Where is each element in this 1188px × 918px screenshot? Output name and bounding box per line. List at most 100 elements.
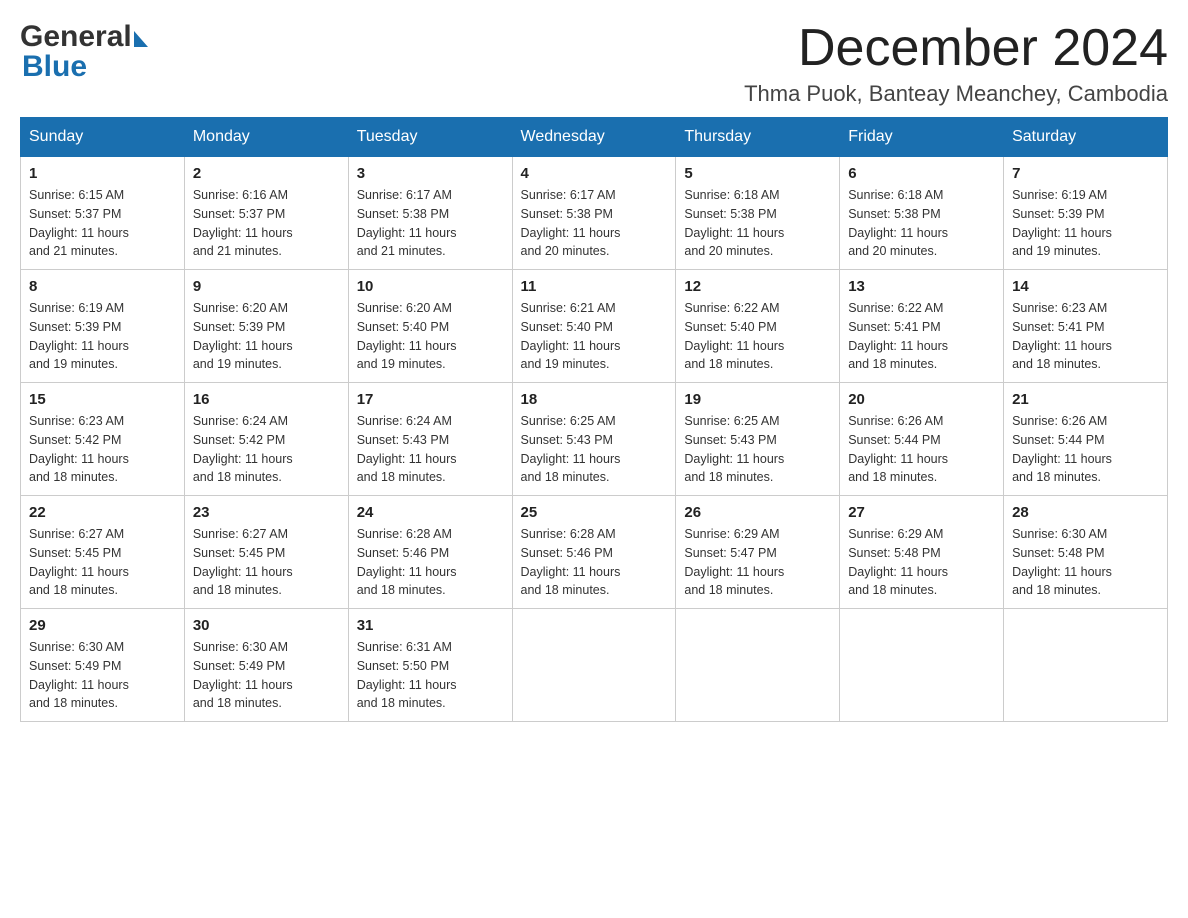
day-info: Sunrise: 6:30 AM Sunset: 5:49 PM Dayligh… [29, 638, 176, 713]
calendar-cell: 24 Sunrise: 6:28 AM Sunset: 5:46 PM Dayl… [348, 496, 512, 609]
day-number: 28 [1012, 504, 1159, 521]
day-info: Sunrise: 6:20 AM Sunset: 5:40 PM Dayligh… [357, 299, 504, 374]
col-wednesday: Wednesday [512, 118, 676, 157]
col-sunday: Sunday [21, 118, 185, 157]
page-container: General Blue December 2024 Thma Puok, Ba… [20, 20, 1168, 722]
calendar-cell: 31 Sunrise: 6:31 AM Sunset: 5:50 PM Dayl… [348, 609, 512, 722]
calendar-cell: 7 Sunrise: 6:19 AM Sunset: 5:39 PM Dayli… [1004, 157, 1168, 270]
calendar-cell: 19 Sunrise: 6:25 AM Sunset: 5:43 PM Dayl… [676, 383, 840, 496]
day-number: 5 [684, 165, 831, 182]
calendar-week-1: 1 Sunrise: 6:15 AM Sunset: 5:37 PM Dayli… [21, 157, 1168, 270]
calendar-cell: 25 Sunrise: 6:28 AM Sunset: 5:46 PM Dayl… [512, 496, 676, 609]
day-number: 30 [193, 617, 340, 634]
calendar-cell: 8 Sunrise: 6:19 AM Sunset: 5:39 PM Dayli… [21, 270, 185, 383]
calendar-cell [512, 609, 676, 722]
day-info: Sunrise: 6:23 AM Sunset: 5:42 PM Dayligh… [29, 412, 176, 487]
day-number: 9 [193, 278, 340, 295]
day-number: 16 [193, 391, 340, 408]
calendar-cell: 6 Sunrise: 6:18 AM Sunset: 5:38 PM Dayli… [840, 157, 1004, 270]
day-number: 7 [1012, 165, 1159, 182]
day-info: Sunrise: 6:30 AM Sunset: 5:48 PM Dayligh… [1012, 525, 1159, 600]
day-number: 25 [521, 504, 668, 521]
day-number: 21 [1012, 391, 1159, 408]
day-number: 24 [357, 504, 504, 521]
calendar-cell: 5 Sunrise: 6:18 AM Sunset: 5:38 PM Dayli… [676, 157, 840, 270]
day-info: Sunrise: 6:24 AM Sunset: 5:42 PM Dayligh… [193, 412, 340, 487]
calendar-cell: 10 Sunrise: 6:20 AM Sunset: 5:40 PM Dayl… [348, 270, 512, 383]
calendar-header-row: Sunday Monday Tuesday Wednesday Thursday… [21, 118, 1168, 157]
calendar-table: Sunday Monday Tuesday Wednesday Thursday… [20, 117, 1168, 722]
location-subtitle: Thma Puok, Banteay Meanchey, Cambodia [744, 81, 1168, 107]
calendar-cell: 14 Sunrise: 6:23 AM Sunset: 5:41 PM Dayl… [1004, 270, 1168, 383]
calendar-cell: 27 Sunrise: 6:29 AM Sunset: 5:48 PM Dayl… [840, 496, 1004, 609]
day-number: 4 [521, 165, 668, 182]
calendar-cell: 17 Sunrise: 6:24 AM Sunset: 5:43 PM Dayl… [348, 383, 512, 496]
day-info: Sunrise: 6:28 AM Sunset: 5:46 PM Dayligh… [521, 525, 668, 600]
calendar-cell: 20 Sunrise: 6:26 AM Sunset: 5:44 PM Dayl… [840, 383, 1004, 496]
day-info: Sunrise: 6:18 AM Sunset: 5:38 PM Dayligh… [848, 186, 995, 261]
day-info: Sunrise: 6:26 AM Sunset: 5:44 PM Dayligh… [848, 412, 995, 487]
calendar-cell: 22 Sunrise: 6:27 AM Sunset: 5:45 PM Dayl… [21, 496, 185, 609]
calendar-cell: 2 Sunrise: 6:16 AM Sunset: 5:37 PM Dayli… [184, 157, 348, 270]
day-number: 20 [848, 391, 995, 408]
day-number: 10 [357, 278, 504, 295]
calendar-week-5: 29 Sunrise: 6:30 AM Sunset: 5:49 PM Dayl… [21, 609, 1168, 722]
day-info: Sunrise: 6:27 AM Sunset: 5:45 PM Dayligh… [29, 525, 176, 600]
calendar-cell: 30 Sunrise: 6:30 AM Sunset: 5:49 PM Dayl… [184, 609, 348, 722]
day-info: Sunrise: 6:30 AM Sunset: 5:49 PM Dayligh… [193, 638, 340, 713]
day-number: 8 [29, 278, 176, 295]
calendar-cell: 1 Sunrise: 6:15 AM Sunset: 5:37 PM Dayli… [21, 157, 185, 270]
day-number: 26 [684, 504, 831, 521]
calendar-cell [676, 609, 840, 722]
day-info: Sunrise: 6:19 AM Sunset: 5:39 PM Dayligh… [1012, 186, 1159, 261]
day-number: 19 [684, 391, 831, 408]
col-monday: Monday [184, 118, 348, 157]
calendar-cell: 18 Sunrise: 6:25 AM Sunset: 5:43 PM Dayl… [512, 383, 676, 496]
day-number: 3 [357, 165, 504, 182]
header: General Blue December 2024 Thma Puok, Ba… [20, 20, 1168, 107]
day-info: Sunrise: 6:17 AM Sunset: 5:38 PM Dayligh… [357, 186, 504, 261]
day-info: Sunrise: 6:31 AM Sunset: 5:50 PM Dayligh… [357, 638, 504, 713]
day-info: Sunrise: 6:20 AM Sunset: 5:39 PM Dayligh… [193, 299, 340, 374]
calendar-cell: 3 Sunrise: 6:17 AM Sunset: 5:38 PM Dayli… [348, 157, 512, 270]
day-info: Sunrise: 6:29 AM Sunset: 5:47 PM Dayligh… [684, 525, 831, 600]
col-tuesday: Tuesday [348, 118, 512, 157]
day-info: Sunrise: 6:26 AM Sunset: 5:44 PM Dayligh… [1012, 412, 1159, 487]
day-number: 15 [29, 391, 176, 408]
title-area: December 2024 Thma Puok, Banteay Meanche… [744, 20, 1168, 107]
day-number: 12 [684, 278, 831, 295]
day-info: Sunrise: 6:27 AM Sunset: 5:45 PM Dayligh… [193, 525, 340, 600]
day-info: Sunrise: 6:29 AM Sunset: 5:48 PM Dayligh… [848, 525, 995, 600]
calendar-cell: 13 Sunrise: 6:22 AM Sunset: 5:41 PM Dayl… [840, 270, 1004, 383]
day-number: 18 [521, 391, 668, 408]
calendar-week-4: 22 Sunrise: 6:27 AM Sunset: 5:45 PM Dayl… [21, 496, 1168, 609]
day-number: 13 [848, 278, 995, 295]
calendar-cell: 23 Sunrise: 6:27 AM Sunset: 5:45 PM Dayl… [184, 496, 348, 609]
calendar-cell: 16 Sunrise: 6:24 AM Sunset: 5:42 PM Dayl… [184, 383, 348, 496]
day-number: 1 [29, 165, 176, 182]
logo: General Blue [20, 20, 148, 84]
day-info: Sunrise: 6:25 AM Sunset: 5:43 PM Dayligh… [684, 412, 831, 487]
col-friday: Friday [840, 118, 1004, 157]
calendar-cell: 15 Sunrise: 6:23 AM Sunset: 5:42 PM Dayl… [21, 383, 185, 496]
calendar-cell: 29 Sunrise: 6:30 AM Sunset: 5:49 PM Dayl… [21, 609, 185, 722]
day-number: 29 [29, 617, 176, 634]
day-number: 11 [521, 278, 668, 295]
day-info: Sunrise: 6:21 AM Sunset: 5:40 PM Dayligh… [521, 299, 668, 374]
day-info: Sunrise: 6:23 AM Sunset: 5:41 PM Dayligh… [1012, 299, 1159, 374]
day-info: Sunrise: 6:19 AM Sunset: 5:39 PM Dayligh… [29, 299, 176, 374]
calendar-week-3: 15 Sunrise: 6:23 AM Sunset: 5:42 PM Dayl… [21, 383, 1168, 496]
calendar-cell: 21 Sunrise: 6:26 AM Sunset: 5:44 PM Dayl… [1004, 383, 1168, 496]
day-number: 23 [193, 504, 340, 521]
calendar-cell: 9 Sunrise: 6:20 AM Sunset: 5:39 PM Dayli… [184, 270, 348, 383]
day-info: Sunrise: 6:15 AM Sunset: 5:37 PM Dayligh… [29, 186, 176, 261]
day-info: Sunrise: 6:18 AM Sunset: 5:38 PM Dayligh… [684, 186, 831, 261]
day-number: 31 [357, 617, 504, 634]
calendar-cell: 28 Sunrise: 6:30 AM Sunset: 5:48 PM Dayl… [1004, 496, 1168, 609]
month-title: December 2024 [744, 20, 1168, 77]
day-number: 22 [29, 504, 176, 521]
day-info: Sunrise: 6:25 AM Sunset: 5:43 PM Dayligh… [521, 412, 668, 487]
day-info: Sunrise: 6:22 AM Sunset: 5:40 PM Dayligh… [684, 299, 831, 374]
calendar-cell [1004, 609, 1168, 722]
logo-general-text: General [20, 20, 132, 54]
